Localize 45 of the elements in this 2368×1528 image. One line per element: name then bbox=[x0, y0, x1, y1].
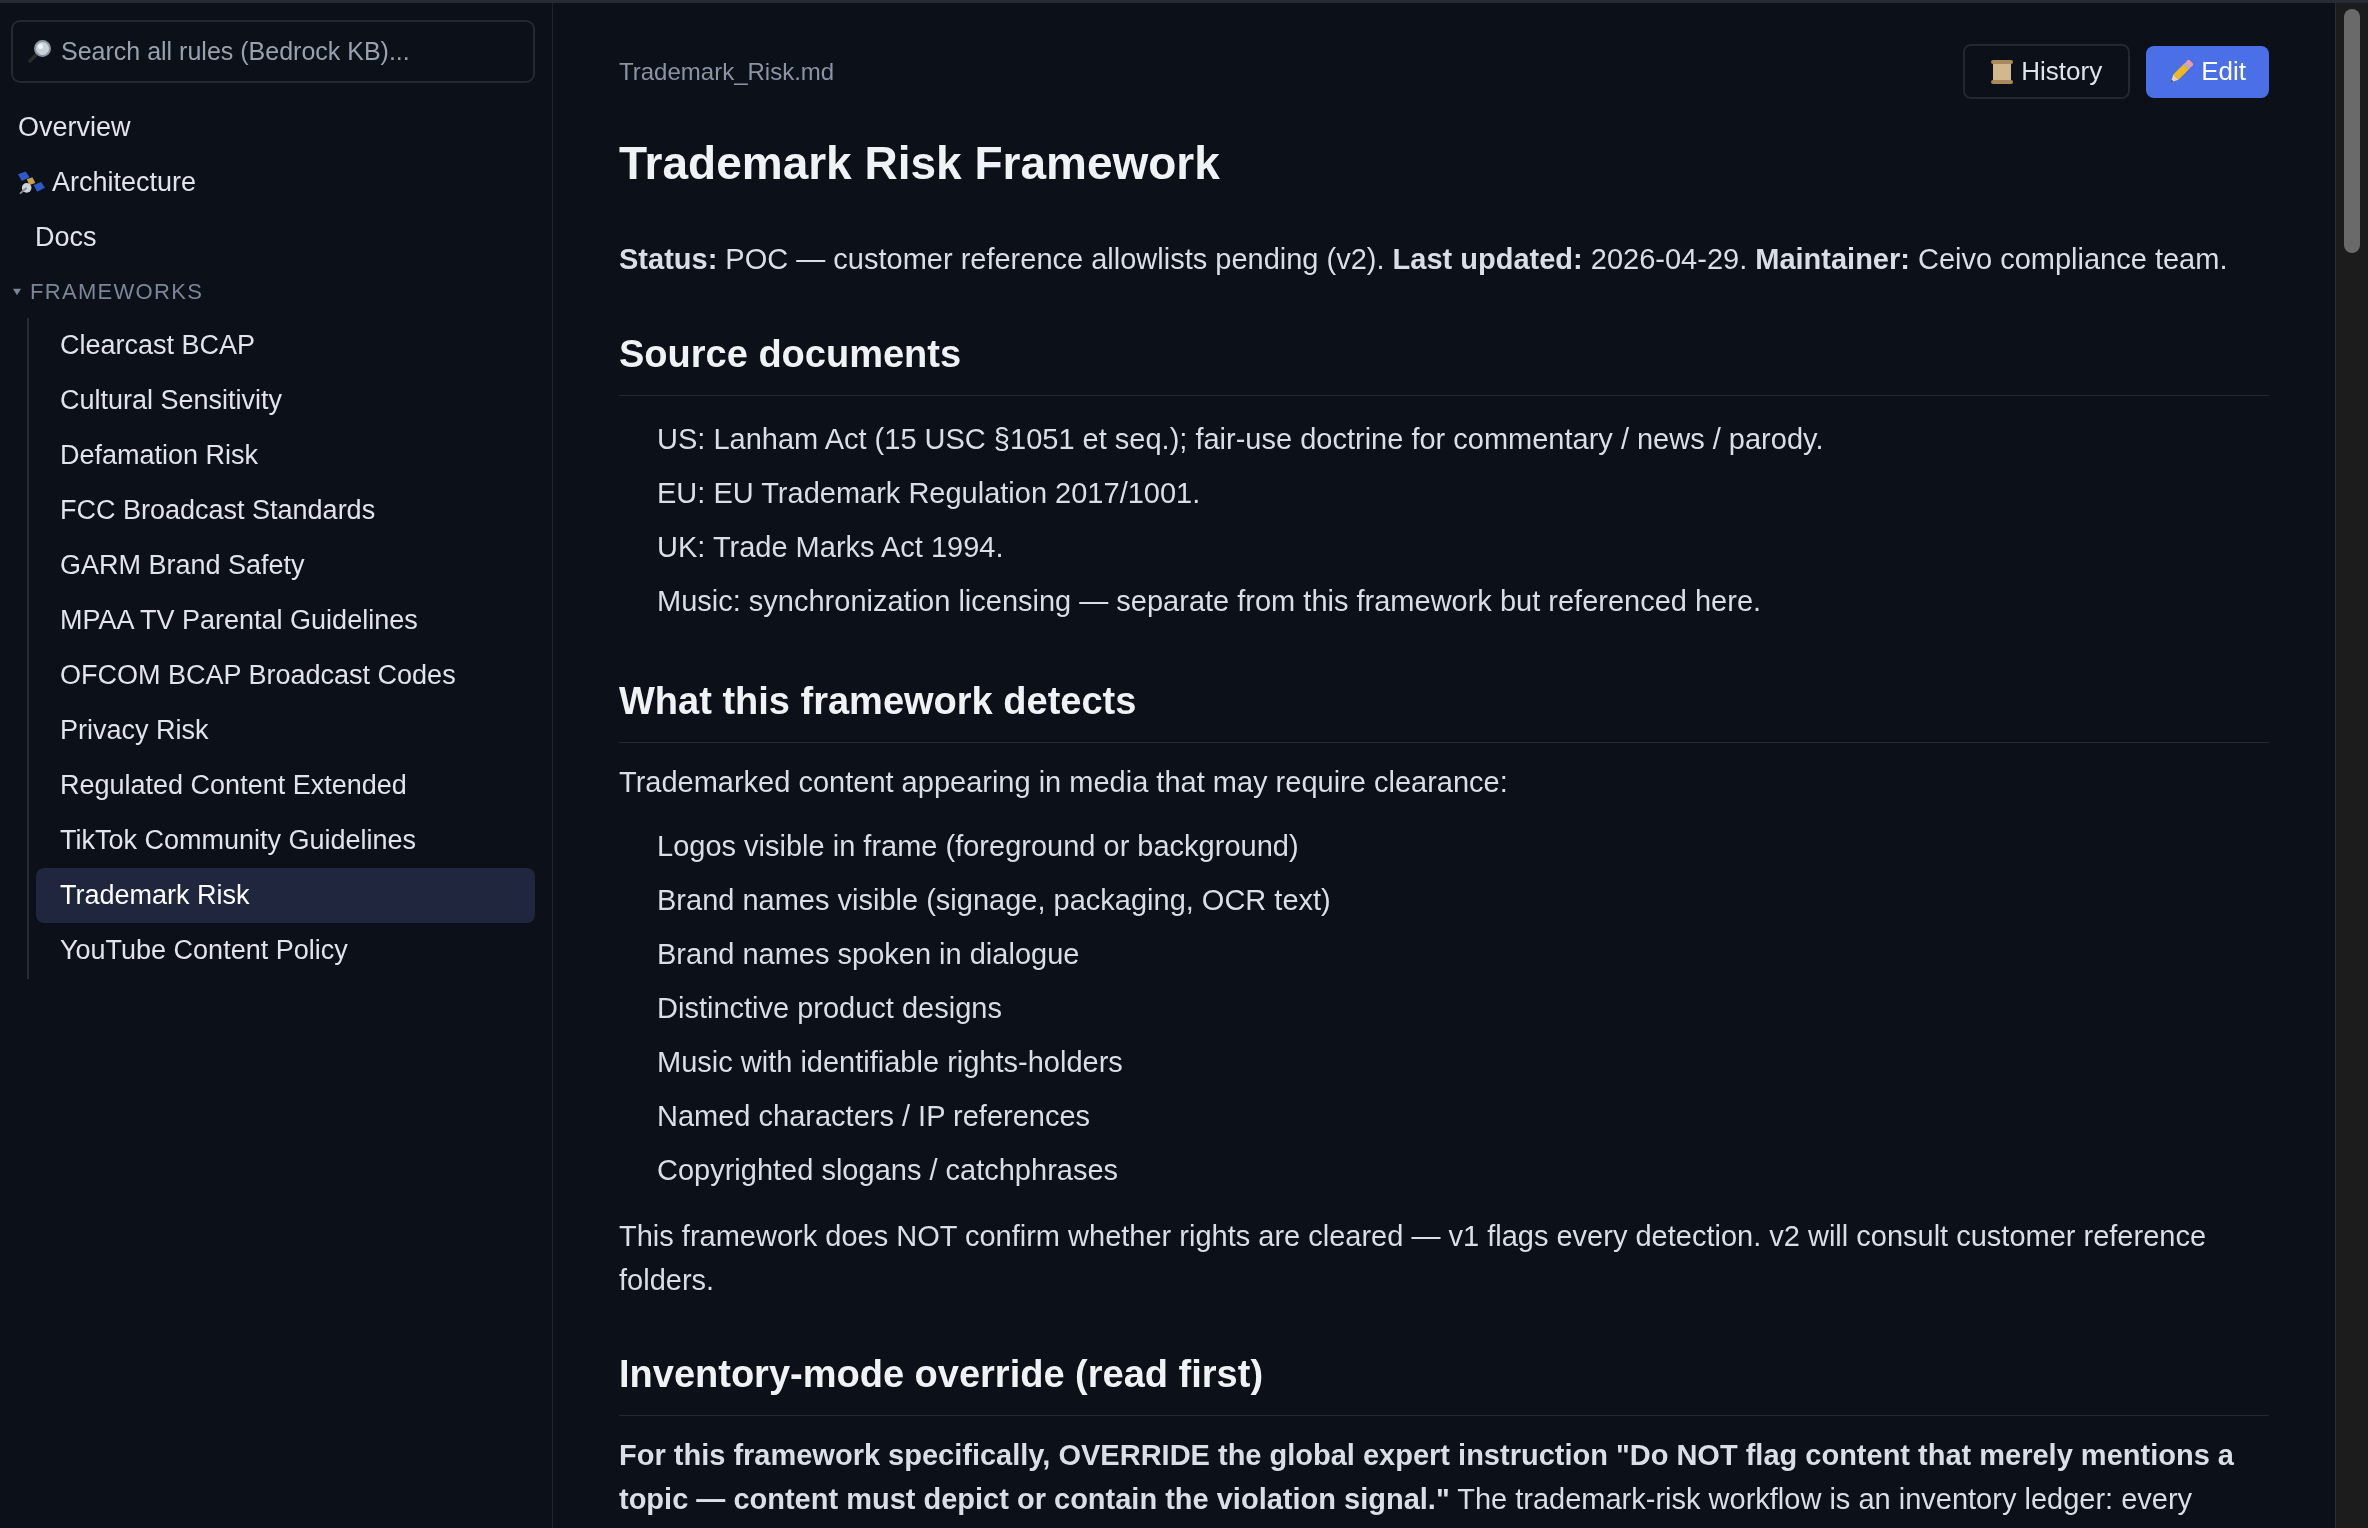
list-item: Music: synchronization licensing — separate from this framework but referenced here. bbox=[657, 584, 1763, 620]
list-item: Distinctive product designs bbox=[657, 991, 1003, 1027]
section-heading: Source documents bbox=[619, 331, 2269, 396]
sidebar-item[interactable]: Trademark Risk bbox=[36, 868, 535, 923]
sidebar-item[interactable]: Clearcast BCAP bbox=[36, 318, 535, 373]
sidebar-item[interactable]: Docs bbox=[11, 210, 535, 265]
list-item: Brand names visible (signage, packaging, OCR text) bbox=[657, 883, 1332, 919]
sidebar-item[interactable]: FCC Broadcast Standards bbox=[36, 483, 535, 538]
list-item: Music with identifiable rights-holders bbox=[657, 1045, 1124, 1081]
list-item: UK: Trade Marks Act 1994. bbox=[657, 530, 1005, 566]
section-heading: What this framework detects bbox=[619, 678, 2269, 743]
edit-button[interactable]: Edit bbox=[2146, 45, 2269, 98]
list-item: Logos visible in frame (foreground or background) bbox=[657, 829, 1300, 865]
sidebar-item[interactable]: Cultural Sensitivity bbox=[36, 373, 535, 428]
scroll-icon bbox=[1991, 59, 2014, 84]
section-label: FRAMEWORKS bbox=[30, 278, 204, 306]
caret-icon[interactable] bbox=[13, 287, 21, 296]
sidebar-item[interactable]: Defamation Risk bbox=[36, 428, 535, 483]
list-item: Brand names spoken in dialogue bbox=[657, 937, 1081, 973]
sidebar-item[interactable]: MPAA TV Parental Guidelines bbox=[36, 593, 535, 648]
sidebar-item[interactable]: Regulated Content Extended bbox=[36, 758, 535, 813]
pencil-icon bbox=[2169, 59, 2194, 84]
sidebar-item[interactable]: OFCOM BCAP Broadcast Codes bbox=[36, 648, 535, 703]
paragraph: For this framework specifically, OVERRIDE the global expert instruction "Do NOT flag content that merely mentions a topic — content must depict or contain the violation signal." The trademark-risk workflow is an inventory ledger: every bbox=[619, 1438, 2235, 1517]
scrollbar-thumb[interactable] bbox=[2344, 9, 2360, 253]
sidebar-item[interactable]: TikTok Community Guidelines bbox=[36, 813, 535, 868]
sidebar-item[interactable]: Architecture bbox=[11, 155, 535, 210]
file-name: Trademark_Risk.md bbox=[619, 56, 835, 87]
search-icon bbox=[28, 39, 52, 63]
sidebar-item[interactable]: Privacy Risk bbox=[36, 703, 535, 758]
page-title: Trademark Risk Framework bbox=[619, 136, 1221, 191]
list-item: Copyrighted slogans / catchphrases bbox=[657, 1153, 1120, 1189]
search-field[interactable]: Search all rules (Bedrock KB)... bbox=[11, 20, 535, 83]
list-item: Named characters / IP references bbox=[657, 1099, 1092, 1135]
status-line: Status: POC — customer reference allowlists pending (v2). Last updated: 2026-04-29. Maintainer: Ceivo compliance team. bbox=[619, 242, 2229, 277]
list-item: US: Lanham Act (15 USC §1051 et seq.); fair-use doctrine for commentary / news / parody. bbox=[657, 422, 1825, 458]
satellite-icon bbox=[18, 170, 45, 195]
sidebar-item[interactable]: GARM Brand Safety bbox=[36, 538, 535, 593]
section-heading: Inventory-mode override (read first) bbox=[619, 1351, 2269, 1416]
sidebar-item[interactable]: YouTube Content Policy bbox=[36, 923, 535, 978]
history-button[interactable]: History bbox=[1963, 44, 2131, 99]
paragraph: This framework does NOT confirm whether rights are cleared — v1 flags every detection. v2 will consult customer reference folders. bbox=[619, 1219, 2208, 1298]
sidebar-item[interactable]: Overview bbox=[11, 100, 535, 155]
list-item: EU: EU Trademark Regulation 2017/1001. bbox=[657, 476, 1202, 512]
paragraph: Trademarked content appearing in media that may require clearance: bbox=[619, 765, 1509, 800]
